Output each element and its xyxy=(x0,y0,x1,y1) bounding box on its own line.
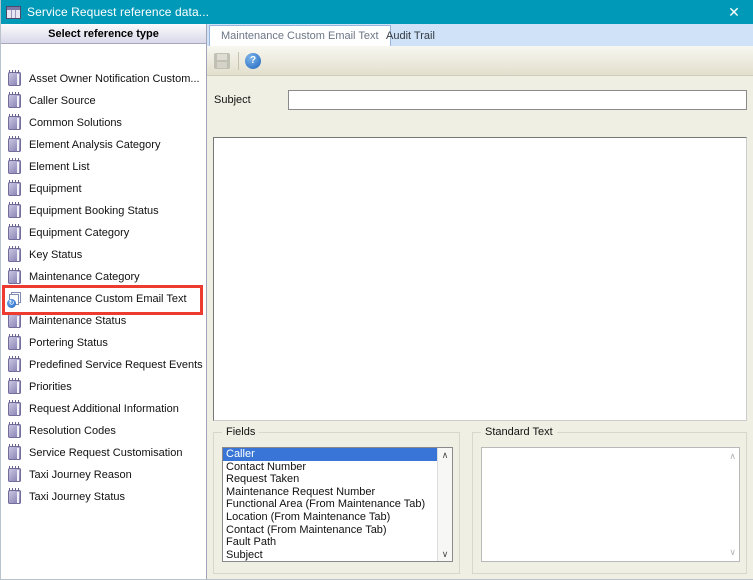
service-request-reference-window: Service Request reference data... ✕ Sele… xyxy=(0,0,753,580)
sidebar-item-maintenance-custom-email-text[interactable]: ↻ Maintenance Custom Email Text xyxy=(1,288,205,310)
reference-type-icon xyxy=(8,182,21,196)
fields-listbox[interactable]: Caller Contact Number Request Taken Main… xyxy=(222,447,453,562)
field-item-location[interactable]: Location (From Maintenance Tab) xyxy=(223,511,437,524)
sidebar-item-taxi-journey-status[interactable]: Taxi Journey Status xyxy=(1,486,205,508)
toolbar: ? xyxy=(207,46,753,76)
tab-maintenance-custom-email-text[interactable]: Maintenance Custom Email Text xyxy=(209,25,391,46)
sidebar-item-taxi-journey-reason[interactable]: Taxi Journey Reason xyxy=(1,464,205,486)
field-item-contact-number[interactable]: Contact Number xyxy=(223,461,437,474)
reference-type-icon xyxy=(8,226,21,240)
sidebar-item-common-solutions[interactable]: Common Solutions xyxy=(1,112,205,134)
reference-type-list: Asset Owner Notification Custom... Calle… xyxy=(1,46,205,580)
subject-input[interactable] xyxy=(288,90,747,110)
standard-text-groupbox: Standard Text ∧ ∨ xyxy=(472,432,747,574)
help-icon[interactable]: ? xyxy=(245,53,261,69)
reference-type-icon xyxy=(8,468,21,482)
sidebar-item-label: Caller Source xyxy=(29,95,96,107)
subject-label: Subject xyxy=(214,94,251,106)
close-icon[interactable]: ✕ xyxy=(722,0,746,24)
field-item-functional-area[interactable]: Functional Area (From Maintenance Tab) xyxy=(223,498,437,511)
window-title: Service Request reference data... xyxy=(27,5,209,19)
custom-email-text-icon: ↻ xyxy=(8,292,22,306)
reference-type-sidebar: Select reference type Asset Owner Notifi… xyxy=(1,24,207,580)
reference-type-icon xyxy=(8,336,21,350)
sidebar-item-maintenance-status[interactable]: Maintenance Status xyxy=(1,310,205,332)
fields-scrollbar[interactable]: ∧ ∨ xyxy=(437,448,452,561)
tab-audit-trail[interactable]: Audit Trail xyxy=(375,25,446,46)
reference-type-icon xyxy=(8,314,21,328)
reference-type-icon xyxy=(8,248,21,262)
sidebar-item-label: Maintenance Status xyxy=(29,315,126,327)
scroll-up-icon[interactable]: ∧ xyxy=(438,448,452,462)
sidebar-item-key-status[interactable]: Key Status xyxy=(1,244,205,266)
sidebar-item-label: Maintenance Category xyxy=(29,271,140,283)
sidebar-item-label: Equipment xyxy=(29,183,82,195)
sidebar-header: Select reference type xyxy=(1,24,206,44)
reference-type-icon xyxy=(8,204,21,218)
sidebar-item-predefined-service-request-events[interactable]: Predefined Service Request Events xyxy=(1,354,205,376)
sidebar-item-caller-source[interactable]: Caller Source xyxy=(1,90,205,112)
reference-type-icon xyxy=(8,446,21,460)
reference-type-icon xyxy=(8,72,21,86)
scroll-down-icon: ∨ xyxy=(729,547,736,558)
sidebar-item-equipment[interactable]: Equipment xyxy=(1,178,205,200)
sidebar-item-label: Priorities xyxy=(29,381,72,393)
sidebar-item-label: Service Request Customisation xyxy=(29,447,182,459)
sidebar-item-label: Portering Status xyxy=(29,337,108,349)
email-body-textarea[interactable] xyxy=(213,137,747,421)
sidebar-item-label: Equipment Category xyxy=(29,227,129,239)
sidebar-item-portering-status[interactable]: Portering Status xyxy=(1,332,205,354)
sidebar-item-service-request-customisation[interactable]: Service Request Customisation xyxy=(1,442,205,464)
field-item-contact[interactable]: Contact (From Maintenance Tab) xyxy=(223,524,437,537)
titlebar: Service Request reference data... ✕ xyxy=(1,0,753,24)
sidebar-item-equipment-booking-status[interactable]: Equipment Booking Status xyxy=(1,200,205,222)
sidebar-item-element-list[interactable]: Element List xyxy=(1,156,205,178)
field-item-fault-path[interactable]: Fault Path xyxy=(223,536,437,549)
sidebar-item-priorities[interactable]: Priorities xyxy=(1,376,205,398)
sidebar-item-asset-owner-notification[interactable]: Asset Owner Notification Custom... xyxy=(1,68,205,90)
reference-data-table-icon xyxy=(6,6,21,19)
reference-type-icon xyxy=(8,380,21,394)
fields-groupbox: Fields Caller Contact Number Request Tak… xyxy=(213,432,460,574)
scroll-up-icon: ∧ xyxy=(729,451,736,462)
standard-text-group-title: Standard Text xyxy=(481,426,557,438)
reference-type-icon xyxy=(8,424,21,438)
sidebar-item-label: Key Status xyxy=(29,249,82,261)
sidebar-item-label: Request Additional Information xyxy=(29,403,179,415)
reference-type-icon xyxy=(8,270,21,284)
reference-type-icon xyxy=(8,138,21,152)
sidebar-item-resolution-codes[interactable]: Resolution Codes xyxy=(1,420,205,442)
sidebar-item-request-additional-information[interactable]: Request Additional Information xyxy=(1,398,205,420)
reference-type-icon xyxy=(8,160,21,174)
sidebar-item-label: Predefined Service Request Events xyxy=(29,359,203,371)
sidebar-item-maintenance-category[interactable]: Maintenance Category xyxy=(1,266,205,288)
field-item-caller[interactable]: Caller xyxy=(223,448,437,461)
field-item-request-taken[interactable]: Request Taken xyxy=(223,473,437,486)
tab-strip: Maintenance Custom Email Text Audit Trai… xyxy=(207,24,753,46)
toolbar-separator xyxy=(238,52,239,70)
sidebar-item-element-analysis-category[interactable]: Element Analysis Category xyxy=(1,134,205,156)
sidebar-item-equipment-category[interactable]: Equipment Category xyxy=(1,222,205,244)
sidebar-item-label: Taxi Journey Status xyxy=(29,491,125,503)
reference-type-icon xyxy=(8,358,21,372)
sidebar-item-label: Maintenance Custom Email Text xyxy=(29,293,187,305)
sidebar-item-label: Equipment Booking Status xyxy=(29,205,159,217)
scroll-down-icon[interactable]: ∨ xyxy=(438,547,452,561)
fields-group-title: Fields xyxy=(222,426,259,438)
standard-text-listbox[interactable]: ∧ ∨ xyxy=(481,447,740,562)
sidebar-item-label: Element List xyxy=(29,161,90,173)
sidebar-item-label: Taxi Journey Reason xyxy=(29,469,132,481)
sidebar-item-label: Asset Owner Notification Custom... xyxy=(29,73,200,85)
field-item-maintenance-request-number[interactable]: Maintenance Request Number xyxy=(223,486,437,499)
save-icon[interactable] xyxy=(214,53,230,69)
reference-type-icon xyxy=(8,490,21,504)
reference-type-icon xyxy=(8,94,21,108)
field-item-subject[interactable]: Subject xyxy=(223,549,437,562)
sidebar-item-label: Element Analysis Category xyxy=(29,139,160,151)
reference-type-icon xyxy=(8,402,21,416)
sidebar-item-label: Common Solutions xyxy=(29,117,122,129)
sidebar-item-label: Resolution Codes xyxy=(29,425,116,437)
reference-type-icon xyxy=(8,116,21,130)
